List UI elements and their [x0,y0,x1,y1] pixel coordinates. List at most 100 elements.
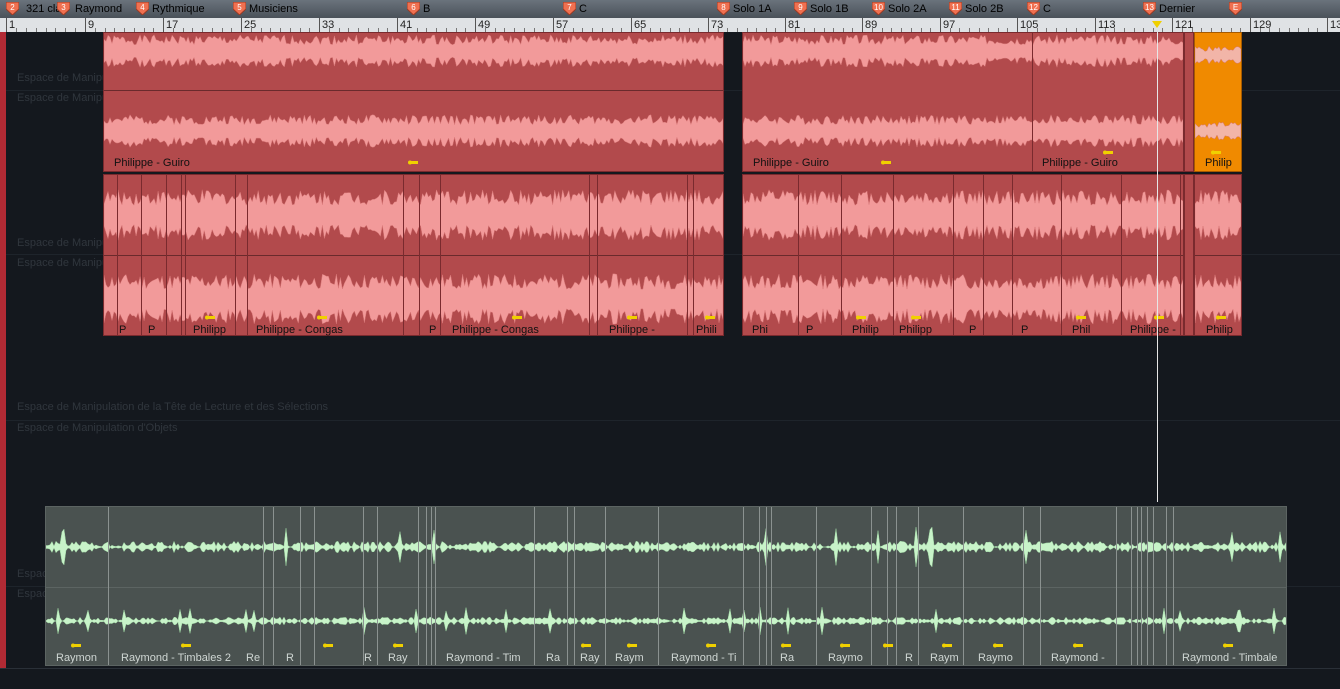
clip-boundary[interactable] [1012,175,1013,335]
clip-boundary[interactable] [798,175,799,335]
clip-boundary[interactable] [1137,507,1138,665]
marker-label: Solo 2A [888,3,927,15]
clip-boundary[interactable] [893,175,894,335]
clip-boundary[interactable] [597,175,598,335]
clip-boundary[interactable] [841,175,842,335]
clip-boundary[interactable] [534,507,535,665]
clip-boundary[interactable] [1061,175,1062,335]
track-select-handle[interactable] [0,174,6,338]
track-select-handle[interactable] [0,32,6,174]
clip-boundary[interactable] [440,175,441,335]
ghost-label: Espac [17,568,48,580]
clip-boundary[interactable] [273,507,274,665]
clip-boundary[interactable] [185,175,186,335]
clip-guiro-1[interactable]: Philippe - Guiro [103,32,724,172]
ruler-label: 121 [1175,19,1194,31]
clip-boundary[interactable] [816,507,817,665]
clip-boundary[interactable] [567,507,568,665]
clip-label: R [286,652,294,664]
playhead-marker-icon[interactable] [1152,21,1162,28]
clip-boundary[interactable] [963,507,964,665]
clip-label: Philipp [193,324,227,336]
clip-boundary[interactable] [181,175,182,335]
clip-congas[interactable] [103,174,724,336]
clip-boundary[interactable] [589,175,590,335]
bar-ruler[interactable]: 1 9 17 25 33 41 49 57 65 73 81 89 97 105 113 121 129 13 [0,18,1340,33]
clip-label: Raymond - [1051,652,1105,664]
clip-boundary[interactable] [300,507,301,665]
waveform-path [743,189,1183,241]
marker-label: Raymond [75,3,123,15]
clip-boundary[interactable] [426,507,427,665]
clip-guiro-selected[interactable]: Philip [1194,32,1242,172]
clip-boundary[interactable] [1147,507,1148,665]
clip-boundary[interactable] [693,175,694,335]
clip-timbales[interactable]: Raymon Raymond - Timbales 2 Re R R Ray Raymond… [45,506,1287,666]
ruler-tick [1017,18,1018,32]
clip-boundary[interactable] [1141,507,1142,665]
track-empty: Espace de Manipulation de la Tête de Lec… [0,338,1340,506]
clip-boundary[interactable] [1116,507,1117,665]
clip-boundary[interactable] [263,507,264,665]
clip-boundary[interactable] [235,175,236,335]
clip-boundary[interactable] [887,507,888,665]
clip-boundary[interactable] [1173,507,1174,665]
waveform-path [1195,121,1241,141]
key-icon [706,643,716,648]
clip-boundary[interactable] [1153,507,1154,665]
clip-label: R [364,652,372,664]
clip-boundary[interactable] [983,175,984,335]
marker-label: Solo 1A [733,3,772,15]
clip-boundary[interactable] [896,507,897,665]
clip-boundary[interactable] [431,507,432,665]
clip-guiro-short[interactable] [1184,32,1194,172]
clip-boundary[interactable] [377,507,378,665]
clip-boundary[interactable] [247,175,248,335]
ruler-tick [163,18,164,32]
clip-boundary[interactable] [871,507,872,665]
clip-boundary[interactable] [418,507,419,665]
playhead[interactable] [1157,32,1158,502]
clip-boundary[interactable] [403,175,404,335]
clip-boundary[interactable] [1023,507,1024,665]
clip-boundary[interactable] [771,507,772,665]
clip-congas[interactable] [742,174,1184,336]
clip-boundary[interactable] [605,507,606,665]
clip-guiro-2[interactable]: Philippe - Guiro Philippe - Guiro [742,32,1184,172]
waveform [46,526,1286,568]
clip-label: P [429,324,437,336]
clip-boundary[interactable] [658,507,659,665]
waveform-path [104,114,723,148]
marker-label: Solo 1B [810,3,849,15]
clip-boundary[interactable] [1040,507,1041,665]
clip-boundary[interactable] [166,175,167,335]
clip-boundary[interactable] [918,507,919,665]
clip-boundary[interactable] [117,175,118,335]
clip-label: P [1021,324,1029,336]
clip-boundary[interactable] [1180,175,1181,335]
track-select-handle[interactable] [0,338,6,504]
clip-boundary[interactable] [314,507,315,665]
key-icon [840,643,850,648]
clip-boundary[interactable] [743,507,744,665]
clip-boundary[interactable] [759,507,760,665]
clip-boundary[interactable] [1121,175,1122,335]
clip-boundary[interactable] [419,175,420,335]
clip-boundary[interactable] [435,507,436,665]
clip-boundary[interactable] [1131,507,1132,665]
clip-label: Raymond - Timbale [1182,652,1278,664]
clip-congas[interactable] [1184,174,1194,336]
clip-boundary[interactable] [363,507,364,665]
clip-boundary[interactable] [1166,507,1167,665]
clip-congas[interactable] [1194,174,1242,336]
clip-boundary[interactable] [687,175,688,335]
clip-boundary[interactable] [574,507,575,665]
ruler-tick [319,18,320,32]
clip-boundary[interactable] [108,507,109,665]
key-icon [1216,315,1226,320]
clip-boundary[interactable] [141,175,142,335]
marker-bar[interactable]: 2 321 cla 3 Raymond 4 Rythmique 5 Musici… [0,0,1340,18]
key-icon [393,643,403,648]
clip-boundary[interactable] [953,175,954,335]
clip-boundary[interactable] [766,507,767,665]
